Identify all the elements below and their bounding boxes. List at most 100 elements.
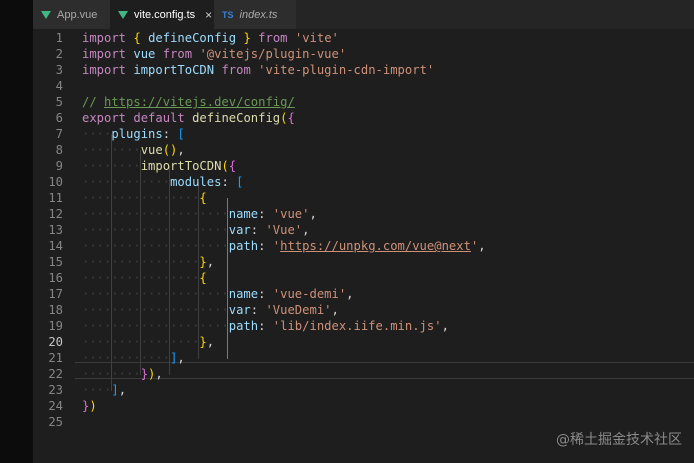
code-token: https://vitejs.dev/config/ bbox=[104, 95, 295, 109]
code-token: , bbox=[206, 255, 215, 269]
line-number: 22 bbox=[48, 367, 63, 381]
code-token: ···················· bbox=[82, 207, 229, 221]
code-token: , bbox=[206, 335, 215, 349]
code-token: ( bbox=[280, 111, 288, 125]
line-number: 6 bbox=[55, 111, 63, 125]
code-token: : bbox=[258, 239, 273, 253]
code-text: ········vue(), bbox=[82, 142, 185, 158]
code-token: ···················· bbox=[82, 287, 229, 301]
code-token: ···················· bbox=[82, 223, 229, 237]
code-text: ················}, bbox=[82, 334, 214, 350]
code-line[interactable]: 2 import vue from '@vitejs/plugin-vue' bbox=[33, 46, 694, 62]
line-number: 1 bbox=[55, 31, 63, 45]
ts-icon: TS bbox=[222, 9, 234, 20]
code-line[interactable]: 19 ····················path: 'lib/index.i… bbox=[33, 318, 694, 334]
watermark: @稀土掘金技术社区 bbox=[556, 432, 682, 448]
tab-index-ts[interactable]: TS index.ts bbox=[214, 0, 296, 29]
code-text: ····················name: 'vue', bbox=[82, 206, 317, 222]
code-line[interactable]: 22 ········}), bbox=[33, 366, 694, 382]
code-text: }) bbox=[82, 398, 97, 414]
editor-tab-bar: App.vue vite.config.ts × TS index.ts bbox=[33, 0, 694, 29]
code-line[interactable]: 3 import importToCDN from 'vite-plugin-cd… bbox=[33, 62, 694, 78]
code-token: modules bbox=[170, 175, 222, 189]
line-number: 21 bbox=[48, 351, 63, 365]
code-token: ) bbox=[89, 399, 97, 413]
code-line[interactable]: 23 ····], bbox=[33, 382, 694, 398]
code-line[interactable]: 15 ················}, bbox=[33, 254, 694, 270]
line-number: 19 bbox=[48, 319, 63, 333]
code-text: // https://vitejs.dev/config/ bbox=[82, 94, 295, 110]
code-token: name bbox=[228, 287, 259, 301]
code-line[interactable]: 13 ····················var: 'Vue', bbox=[33, 222, 694, 238]
vue-icon bbox=[41, 10, 51, 19]
code-line[interactable]: 7 ····plugins: [ bbox=[33, 126, 694, 142]
code-text: ········}), bbox=[82, 366, 163, 382]
code-token: var bbox=[228, 223, 251, 237]
code-line[interactable]: 9 ········importToCDN({ bbox=[33, 158, 694, 174]
code-text: ····················path: 'https://unpkg… bbox=[82, 238, 486, 254]
code-line[interactable]: 21 ············], bbox=[33, 350, 694, 366]
line-number: 4 bbox=[55, 79, 63, 93]
code-token: ] bbox=[111, 383, 119, 397]
code-line[interactable]: 6 export default defineConfig({ bbox=[33, 110, 694, 126]
tab-vite-config[interactable]: vite.config.ts × bbox=[110, 0, 214, 29]
code-token: , bbox=[441, 319, 449, 333]
code-line[interactable]: 17 ····················name: 'vue-demi', bbox=[33, 286, 694, 302]
code-token: () bbox=[162, 143, 178, 157]
code-line[interactable]: 14 ····················path: 'https://unp… bbox=[33, 238, 694, 254]
code-text: ················}, bbox=[82, 254, 214, 270]
code-line[interactable]: 1 import { defineConfig } from 'vite' bbox=[33, 30, 694, 46]
code-token: defineConfig bbox=[192, 111, 281, 125]
line-number: 18 bbox=[48, 303, 63, 317]
line-number: 23 bbox=[48, 383, 63, 397]
code-line[interactable]: 10 ············modules: [ bbox=[33, 174, 694, 190]
code-text: ················{ bbox=[82, 270, 207, 286]
code-token: , bbox=[177, 143, 185, 157]
line-number: 10 bbox=[48, 175, 63, 189]
code-token: , bbox=[478, 239, 486, 253]
code-token: ( bbox=[221, 159, 229, 173]
code-text: ············modules: [ bbox=[82, 174, 243, 190]
code-line[interactable]: 5 // https://vitejs.dev/config/ bbox=[33, 94, 694, 110]
line-number: 24 bbox=[48, 399, 63, 413]
code-line[interactable]: 11 ················{ bbox=[33, 190, 694, 206]
code-line[interactable]: 12 ····················name: 'vue', bbox=[33, 206, 694, 222]
code-token: 'vite' bbox=[294, 31, 339, 45]
code-editor[interactable]: 1 import { defineConfig } from 'vite' 2 imp… bbox=[33, 29, 694, 463]
line-number: 16 bbox=[48, 271, 63, 285]
line-number: 2 bbox=[55, 47, 63, 61]
code-token: ············ bbox=[82, 351, 171, 365]
code-token: : bbox=[258, 287, 273, 301]
tab-label: index.ts bbox=[239, 8, 278, 21]
code-line[interactable]: 8 ········vue(), bbox=[33, 142, 694, 158]
code-token: path bbox=[228, 239, 259, 253]
tab-app-vue[interactable]: App.vue bbox=[33, 0, 110, 29]
code-token: importToCDN bbox=[140, 159, 222, 173]
close-icon[interactable]: × bbox=[205, 8, 212, 22]
code-token: ············ bbox=[82, 175, 171, 189]
code-token: // bbox=[82, 95, 105, 109]
code-line[interactable]: 20 ················}, bbox=[33, 334, 694, 350]
code-token: import bbox=[82, 63, 127, 77]
line-number: 7 bbox=[55, 127, 63, 141]
code-text: export default defineConfig({ bbox=[82, 110, 295, 126]
code-token: ········ bbox=[82, 159, 141, 173]
code-token: , bbox=[302, 223, 310, 237]
code-token: '@vitejs/plugin-vue' bbox=[199, 47, 347, 61]
code-line[interactable]: 25 bbox=[33, 414, 694, 430]
code-token: : bbox=[162, 127, 178, 141]
code-line[interactable]: 4 bbox=[33, 78, 694, 94]
line-number: 17 bbox=[48, 287, 63, 301]
code-text: import vue from '@vitejs/plugin-vue' bbox=[82, 46, 346, 62]
line-number: 25 bbox=[48, 415, 63, 429]
code-line[interactable]: 18 ····················var: 'VueDemi', bbox=[33, 302, 694, 318]
code-text: ····················name: 'vue-demi', bbox=[82, 286, 354, 302]
code-token: { bbox=[199, 271, 207, 285]
line-number: 20 bbox=[48, 335, 63, 349]
code-token: ················ bbox=[82, 191, 200, 205]
code-line[interactable]: 24}) bbox=[33, 398, 694, 414]
code-token: [ bbox=[236, 175, 244, 189]
code-line[interactable]: 16 ················{ bbox=[33, 270, 694, 286]
code-text: ················{ bbox=[82, 190, 207, 206]
